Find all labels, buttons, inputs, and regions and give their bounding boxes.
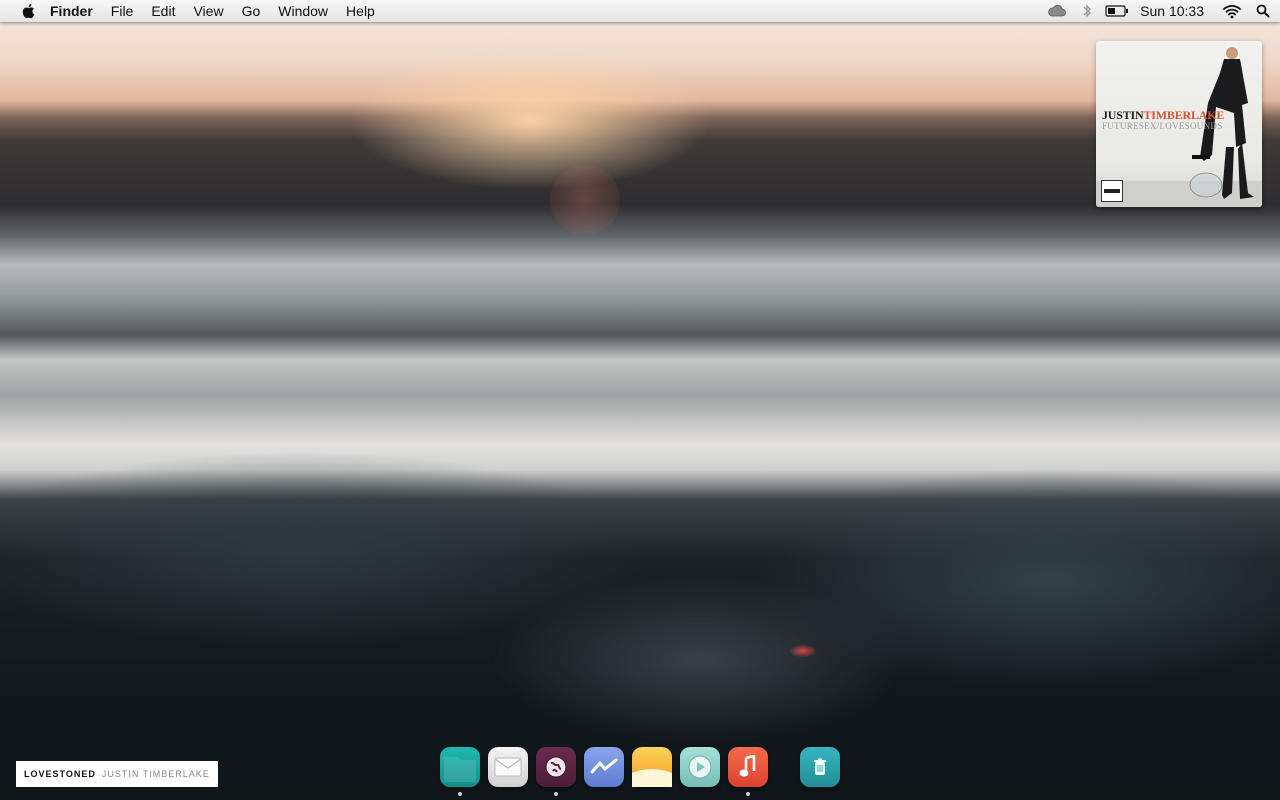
now-playing-artist: JUSTIN TIMBERLAKE — [101, 769, 210, 779]
dock-messages-icon[interactable] — [584, 747, 624, 787]
menu-bar: Finder File Edit View Go Window Help Sun… — [0, 0, 1280, 23]
menu-go[interactable]: Go — [233, 0, 270, 22]
menu-file[interactable]: File — [102, 0, 143, 22]
album-artist-last: TIMBERLAKE — [1143, 108, 1225, 122]
wifi-icon[interactable] — [1218, 0, 1246, 22]
dock-running-indicator-music — [746, 792, 750, 796]
menu-edit[interactable]: Edit — [142, 0, 184, 22]
spotlight-search-icon[interactable] — [1246, 0, 1280, 22]
dock-photos-icon[interactable] — [632, 747, 672, 787]
dock-media-player-icon[interactable] — [680, 747, 720, 787]
desktop[interactable]: Finder File Edit View Go Window Help Sun… — [0, 0, 1280, 800]
album-art-widget[interactable]: JUSTINTIMBERLAKE FUTURESEX/LOVESOUNDS — [1096, 41, 1262, 207]
cloud-icon[interactable] — [1040, 0, 1074, 22]
dock-running-indicator-web-browser — [554, 792, 558, 796]
menu-view[interactable]: View — [184, 0, 232, 22]
dock-mail-icon[interactable] — [488, 747, 528, 787]
apple-menu-icon[interactable] — [20, 3, 36, 19]
menu-app-finder[interactable]: Finder — [48, 0, 102, 22]
album-title: FUTURESEX/LOVESOUNDS — [1102, 121, 1223, 131]
parental-advisory-icon — [1101, 180, 1123, 202]
wallpaper-lens-flare — [550, 165, 620, 235]
now-playing-label[interactable]: LOVESTONED JUSTIN TIMBERLAKE — [16, 761, 218, 787]
menu-help[interactable]: Help — [337, 0, 384, 22]
menu-clock[interactable]: Sun 10:33 — [1140, 3, 1204, 19]
bluetooth-icon[interactable] — [1074, 0, 1100, 22]
dock-web-browser-icon[interactable] — [536, 747, 576, 787]
menu-window[interactable]: Window — [269, 0, 337, 22]
dock — [440, 747, 842, 797]
dock-finder-icon[interactable] — [440, 747, 480, 787]
dock-running-indicator-finder — [458, 792, 462, 796]
dock-trash-icon[interactable] — [800, 747, 840, 787]
wallpaper-wave — [0, 430, 1280, 800]
now-playing-track: LOVESTONED — [24, 769, 96, 779]
wallpaper-red-flare — [790, 645, 816, 657]
album-artist-first: JUSTIN — [1102, 108, 1144, 122]
battery-icon[interactable] — [1100, 0, 1134, 22]
dock-music-icon[interactable] — [728, 747, 768, 787]
